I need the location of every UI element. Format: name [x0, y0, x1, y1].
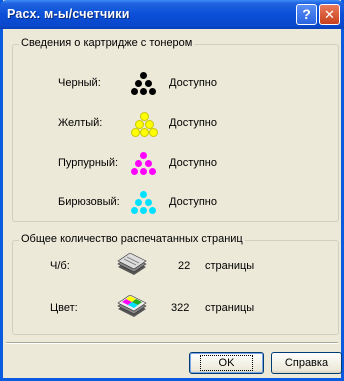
cartridge-status: Доступно — [169, 157, 218, 169]
pages-group-title: Общее количество распечатанных страниц — [19, 233, 245, 245]
close-button[interactable]: ✕ — [319, 4, 340, 25]
help-button-label: Справка — [284, 357, 329, 369]
printed-pages-group: Общее количество распечатанных страниц Ч… — [12, 233, 339, 335]
black-toner-icon — [131, 72, 157, 96]
color-page-count: 322 — [171, 302, 190, 314]
separator — [6, 342, 338, 344]
color-pages-icon — [117, 295, 147, 317]
ok-button[interactable]: OK — [189, 352, 264, 374]
cartridge-group-title: Сведения о картридже с тонером — [19, 37, 195, 49]
pages-row-bw: Ч/б: 22 страницы — [13, 253, 338, 279]
help-title-button[interactable]: ? — [296, 4, 317, 25]
cartridge-row-cyan: Бирюзовый: Доступно — [13, 191, 338, 215]
bw-pages-icon — [117, 253, 147, 275]
dialog-window: Расх. м-ы/счетчики ? ✕ Сведения о картри… — [0, 0, 344, 381]
title-bar[interactable]: Расх. м-ы/счетчики ? ✕ — [0, 0, 344, 29]
bw-page-count: 22 — [178, 260, 191, 272]
cartridge-label: Бирюзовый: — [58, 196, 120, 208]
pages-row-color: Цвет: 322 страницы — [13, 295, 338, 321]
color-page-unit: страницы — [205, 302, 255, 314]
cartridge-row-magenta: Пурпурный: Доступно — [13, 152, 338, 176]
cartridge-row-black: Черный: Доступно — [13, 72, 338, 96]
ok-button-label: OK — [199, 355, 254, 371]
cartridge-status: Доступно — [169, 117, 218, 129]
cyan-toner-icon — [131, 191, 157, 215]
cartridge-status: Доступно — [169, 196, 218, 208]
pages-label: Ч/б: — [50, 260, 70, 272]
cartridge-row-yellow: Желтый: Доступно — [13, 112, 338, 137]
yellow-toner-icon — [131, 112, 158, 137]
window-title: Расх. м-ы/счетчики — [7, 7, 130, 21]
help-button[interactable]: Справка — [271, 352, 342, 374]
cartridge-info-group: Сведения о картридже с тонером Черный: Д… — [12, 37, 339, 222]
cartridge-status: Доступно — [169, 77, 218, 89]
pages-label: Цвет: — [50, 302, 78, 314]
cartridge-label: Желтый: — [58, 117, 103, 129]
cartridge-label: Черный: — [58, 77, 101, 89]
magenta-toner-icon — [131, 152, 157, 176]
bw-page-unit: страницы — [205, 260, 255, 272]
cartridge-label: Пурпурный: — [58, 157, 119, 169]
